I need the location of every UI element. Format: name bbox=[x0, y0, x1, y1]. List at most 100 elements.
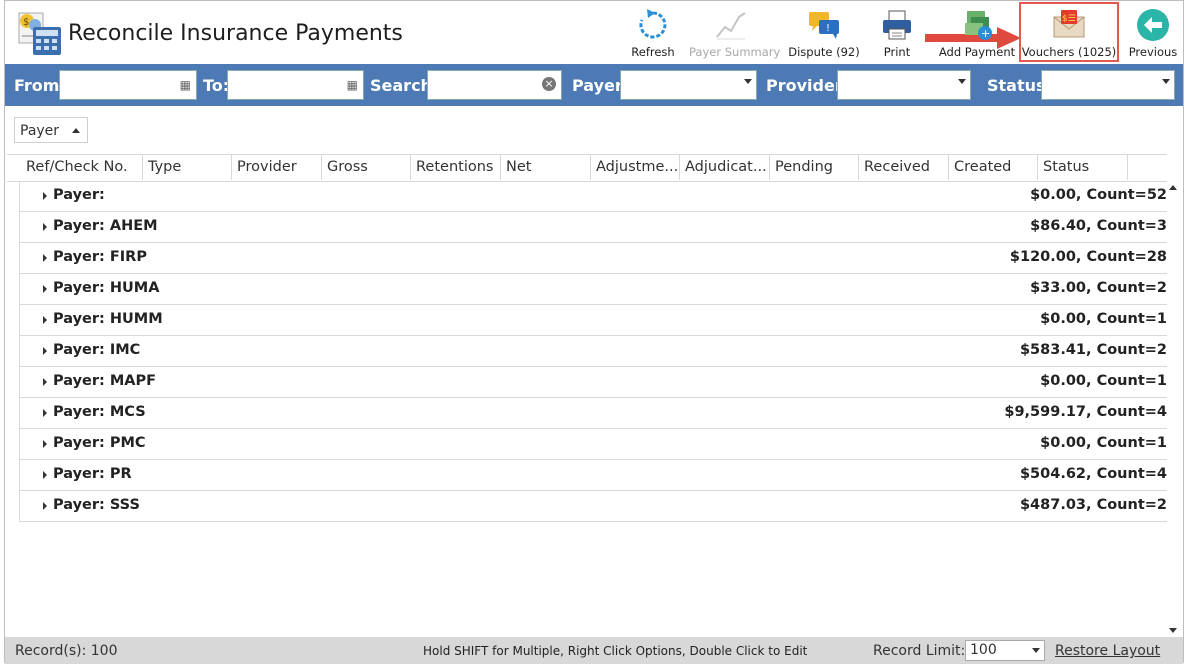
group-row[interactable]: Payer: FIRP $120.00, Count=28 bbox=[19, 243, 1167, 274]
column-header-spacer bbox=[1127, 155, 1167, 180]
column-header[interactable]: Created bbox=[948, 155, 1037, 180]
chevron-down-icon bbox=[1032, 648, 1040, 653]
expand-icon[interactable] bbox=[43, 440, 47, 448]
group-row[interactable]: Payer: $0.00, Count=52 bbox=[19, 181, 1167, 212]
chevron-down-icon bbox=[958, 79, 966, 84]
record-count: Record(s): 100 bbox=[15, 643, 118, 659]
add-payment-icon: + bbox=[965, 11, 992, 40]
group-row[interactable]: Payer: AHEM $86.40, Count=3 bbox=[19, 212, 1167, 243]
group-label: Payer: SSS bbox=[53, 497, 140, 513]
calendar-icon[interactable]: ▦ bbox=[180, 78, 191, 92]
group-total: $0.00, Count=1 bbox=[1040, 373, 1167, 389]
column-header[interactable]: Received bbox=[858, 155, 948, 180]
expand-icon[interactable] bbox=[43, 192, 47, 200]
expand-icon[interactable] bbox=[43, 502, 47, 510]
printer-icon bbox=[883, 10, 911, 40]
group-label: Payer: PMC bbox=[53, 435, 146, 451]
group-total: $33.00, Count=2 bbox=[1030, 280, 1167, 296]
group-row[interactable]: Payer: HUMM $0.00, Count=1 bbox=[19, 305, 1167, 336]
print-button[interactable]: Print bbox=[871, 5, 923, 63]
payer-summary-label: Payer Summary bbox=[689, 45, 781, 59]
line-chart-icon bbox=[716, 12, 746, 40]
group-by-chip[interactable]: Payer bbox=[14, 117, 89, 143]
column-header-row: Ref/Check No. Type Provider Gross Retent… bbox=[7, 154, 1167, 182]
calendar-icon[interactable]: ▦ bbox=[347, 78, 358, 92]
status-select[interactable] bbox=[1041, 70, 1175, 100]
scroll-up-icon[interactable] bbox=[1169, 185, 1177, 190]
group-by-label: Payer bbox=[20, 123, 60, 139]
app-window: $ Reconcile Insurance Payments Refresh P… bbox=[4, 0, 1184, 664]
svg-text:!: ! bbox=[826, 23, 830, 34]
filter-bar: From: ▦ To: ▦ Search: × Payer: Provider:… bbox=[5, 64, 1183, 106]
clear-icon[interactable]: × bbox=[542, 77, 556, 91]
group-total: $120.00, Count=28 bbox=[1009, 249, 1167, 265]
refresh-button[interactable]: Refresh bbox=[627, 5, 679, 63]
svg-text:+: + bbox=[981, 27, 990, 40]
group-row[interactable]: Payer: MCS $9,599.17, Count=4 bbox=[19, 398, 1167, 429]
page-title: Reconcile Insurance Payments bbox=[68, 21, 403, 46]
expand-icon[interactable] bbox=[43, 471, 47, 479]
previous-button[interactable]: Previous bbox=[1125, 5, 1181, 63]
column-header[interactable]: Adjudicat... bbox=[679, 155, 769, 180]
group-row[interactable]: Payer: HUMA $33.00, Count=2 bbox=[19, 274, 1167, 305]
add-payment-button[interactable]: + Add Payment bbox=[935, 5, 1019, 63]
group-row[interactable]: Payer: MAPF $0.00, Count=1 bbox=[19, 367, 1167, 398]
column-header[interactable]: Net bbox=[500, 155, 590, 180]
group-row[interactable]: Payer: PR $504.62, Count=4 bbox=[19, 460, 1167, 491]
record-limit-label: Record Limit: bbox=[873, 643, 966, 659]
expand-icon[interactable] bbox=[43, 378, 47, 386]
group-row[interactable]: Payer: PMC $0.00, Count=1 bbox=[19, 429, 1167, 460]
from-date-input[interactable]: ▦ bbox=[59, 70, 197, 100]
restore-layout-link[interactable]: Restore Layout bbox=[1055, 643, 1160, 659]
svg-text:$: $ bbox=[23, 17, 29, 28]
group-label: Payer: FIRP bbox=[53, 249, 147, 265]
dispute-label: Dispute (92) bbox=[788, 45, 860, 59]
column-header[interactable]: Type bbox=[142, 155, 231, 180]
expand-icon[interactable] bbox=[43, 409, 47, 417]
refresh-icon bbox=[639, 9, 667, 39]
group-total: $487.03, Count=2 bbox=[1019, 497, 1167, 513]
group-total: $86.40, Count=3 bbox=[1030, 218, 1167, 234]
payer-summary-button[interactable]: Payer Summary bbox=[689, 5, 781, 63]
header: $ Reconcile Insurance Payments Refresh P… bbox=[5, 1, 1183, 63]
to-date-input[interactable]: ▦ bbox=[227, 70, 364, 100]
usage-hint: Hold SHIFT for Multiple, Right Click Opt… bbox=[423, 644, 808, 658]
group-total: $9,599.17, Count=4 bbox=[1004, 404, 1167, 420]
chevron-down-icon bbox=[744, 79, 752, 84]
column-header[interactable]: Gross bbox=[321, 155, 410, 180]
group-label: Payer: MAPF bbox=[53, 373, 157, 389]
provider-select[interactable] bbox=[837, 70, 971, 100]
expand-icon[interactable] bbox=[43, 223, 47, 231]
calculator-icon: $ bbox=[18, 12, 61, 55]
record-limit-value: 100 bbox=[970, 642, 997, 658]
column-header[interactable]: Status bbox=[1037, 155, 1127, 180]
sort-ascending-icon bbox=[72, 128, 81, 133]
group-row[interactable]: Payer: SSS $487.03, Count=2 bbox=[19, 491, 1167, 522]
group-label: Payer: IMC bbox=[53, 342, 141, 358]
expand-icon[interactable] bbox=[43, 254, 47, 262]
record-limit-select[interactable]: 100 bbox=[965, 640, 1045, 661]
payments-grid: Payer: $0.00, Count=52 Payer: AHEM $86.40,… bbox=[19, 181, 1167, 522]
print-label: Print bbox=[883, 45, 911, 59]
dispute-button[interactable]: ! Dispute (92) bbox=[785, 5, 863, 63]
column-header[interactable]: Retentions bbox=[410, 155, 500, 180]
column-header[interactable]: Provider bbox=[231, 155, 321, 180]
column-header[interactable]: Pending bbox=[769, 155, 858, 180]
to-label: To: bbox=[203, 76, 230, 95]
group-total: $583.41, Count=2 bbox=[1019, 342, 1167, 358]
group-label: Payer: HUMM bbox=[53, 311, 163, 327]
expand-icon[interactable] bbox=[43, 316, 47, 324]
expand-icon[interactable] bbox=[43, 285, 47, 293]
group-row[interactable]: Payer: IMC $583.41, Count=2 bbox=[19, 336, 1167, 367]
group-total: $0.00, Count=1 bbox=[1040, 435, 1167, 451]
scroll-down-icon[interactable] bbox=[1169, 628, 1177, 633]
search-input[interactable]: × bbox=[427, 70, 562, 100]
group-label: Payer: MCS bbox=[53, 404, 146, 420]
column-header[interactable]: Adjustme... bbox=[590, 155, 679, 180]
expand-icon[interactable] bbox=[43, 347, 47, 355]
payer-select[interactable] bbox=[620, 70, 757, 100]
column-header[interactable]: Ref/Check No. bbox=[7, 155, 142, 180]
group-label: Payer: bbox=[53, 187, 105, 203]
vertical-scrollbar[interactable] bbox=[1166, 181, 1180, 637]
chevron-down-icon bbox=[1162, 79, 1170, 84]
